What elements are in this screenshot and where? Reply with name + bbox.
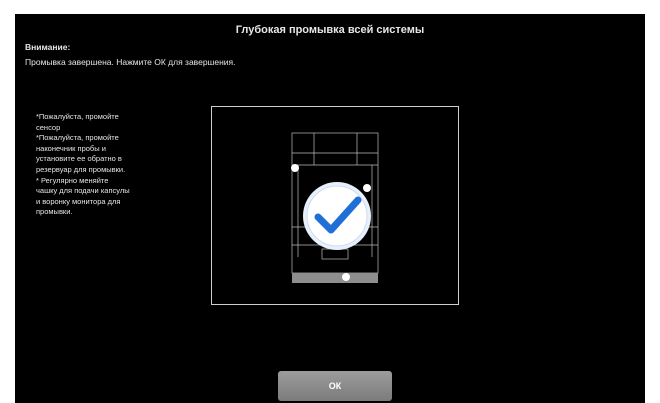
instruction-line: сенсор — [36, 122, 61, 132]
instruction-line: промывки. — [36, 207, 73, 217]
instruction-line: *Пожалуйста, промойте — [36, 133, 119, 143]
analyzer-schematic — [291, 132, 379, 283]
instruction-line: наконечник пробы и — [36, 143, 106, 153]
bottom-tray — [292, 273, 378, 283]
analyzer-diagram — [211, 106, 459, 305]
instruction-line: *Пожалуйста, промойте — [36, 112, 119, 121]
ok-button[interactable]: ОК — [278, 371, 392, 401]
dialog-screen: Глубокая промывка всей системы Внимание:… — [15, 14, 645, 403]
instructions-text: *Пожалуйста, промойте сенсор *Пожалуйста… — [36, 112, 196, 218]
instruction-line: и воронку монитора для — [36, 196, 121, 206]
instruction-line: * Регулярно меняйте — [36, 175, 109, 185]
instruction-line: резервуар для промывки. — [36, 164, 126, 174]
instruction-line: установите ее обратно в — [36, 154, 122, 164]
warning-message: Промывка завершена. Нажмите ОК для завер… — [25, 57, 236, 67]
dialog-title: Глубокая промывка всей системы — [235, 24, 425, 36]
instruction-line: чашку для подачи капсулы — [36, 186, 130, 196]
checkmark-icon — [303, 182, 371, 250]
highlight-dot-left — [291, 164, 299, 172]
warning-label: Внимание: — [25, 42, 71, 52]
highlight-dot-bottom — [342, 273, 350, 281]
highlight-dot-right — [363, 184, 371, 192]
